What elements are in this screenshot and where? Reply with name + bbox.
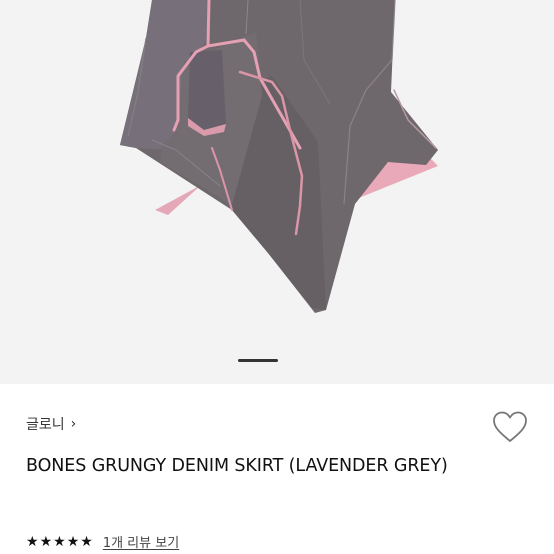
star-rating: ★ ★ ★ ★ ★ [26, 535, 93, 549]
gallery-pager-active[interactable] [238, 359, 278, 362]
review-link[interactable]: 1개 리뷰 보기 [103, 532, 179, 551]
product-info-section: 글로니 › BONES GRUNGY DENIM SKIRT (LAVENDER… [0, 384, 554, 554]
heart-outline-icon [493, 411, 527, 442]
chevron-right-icon: › [70, 416, 77, 432]
product-image-gallery[interactable] [0, 0, 554, 384]
star-icon: ★ [53, 533, 66, 550]
product-detail-page: 글로니 › BONES GRUNGY DENIM SKIRT (LAVENDER… [0, 0, 554, 554]
star-icon: ★ [26, 533, 39, 550]
product-title: BONES GRUNGY DENIM SKIRT (LAVENDER GREY) [26, 456, 448, 476]
star-icon: ★ [80, 533, 93, 550]
wishlist-button[interactable] [491, 410, 529, 444]
star-icon: ★ [66, 533, 80, 550]
brand-name[interactable]: 글로니 [26, 414, 65, 434]
rating-summary: ★ ★ ★ ★ ★ 1개 리뷰 보기 [26, 532, 179, 552]
product-image[interactable] [0, 0, 554, 384]
brand-link[interactable]: 글로니 › [26, 414, 76, 434]
star-icon: ★ [39, 533, 53, 550]
